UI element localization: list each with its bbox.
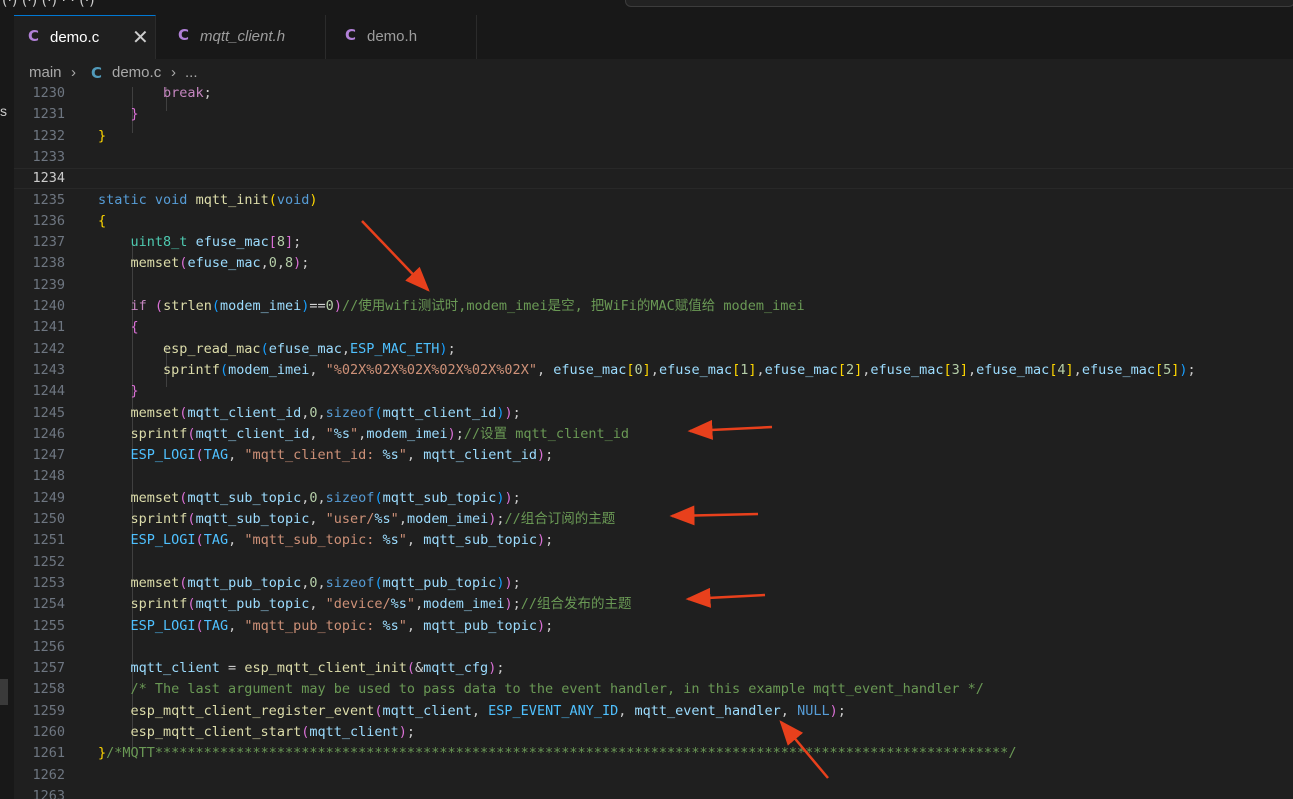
annotation-arrow <box>685 587 766 608</box>
annotation-arrow <box>361 220 430 292</box>
annotation-arrow <box>687 419 773 440</box>
annotation-arrow <box>779 720 829 779</box>
annotation-arrows <box>361 220 829 779</box>
annotation-arrow <box>669 505 759 526</box>
